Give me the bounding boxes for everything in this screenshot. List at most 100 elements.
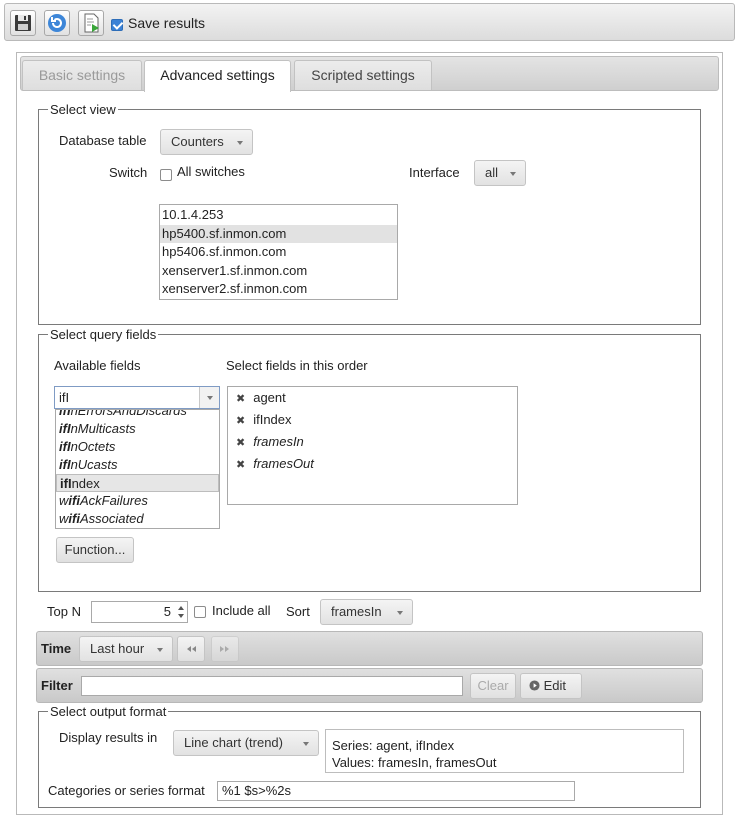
selected-field-item: ✖ framesIn bbox=[228, 434, 517, 456]
top-n-label: Top N bbox=[47, 604, 81, 619]
switch-list-item[interactable]: xenserver1.sf.inmon.com bbox=[160, 262, 397, 281]
available-field-match: ifi bbox=[68, 511, 80, 526]
database-table-dropdown[interactable]: Counters bbox=[160, 129, 253, 155]
tab-advanced-settings[interactable]: Advanced settings bbox=[144, 60, 291, 92]
filter-input[interactable] bbox=[81, 676, 463, 696]
selected-field-name: framesIn bbox=[253, 434, 304, 449]
stepper-arrows-icon bbox=[178, 606, 184, 618]
filter-label: Filter bbox=[41, 678, 73, 693]
refresh-icon bbox=[48, 14, 66, 32]
series-format-value: %1 $s>%2s bbox=[222, 783, 292, 798]
switch-label: Switch bbox=[109, 165, 148, 180]
time-label: Time bbox=[41, 641, 72, 656]
selected-fields-list[interactable]: ✖ agent ✖ ifIndex ✖ framesIn ✖ framesOut bbox=[227, 386, 518, 505]
database-table-value: Counters bbox=[171, 134, 224, 149]
chevron-down-icon bbox=[303, 742, 309, 746]
available-field-prefix: w bbox=[59, 511, 69, 526]
display-results-dropdown[interactable]: Line chart (trend) bbox=[173, 730, 319, 756]
sort-value: framesIn bbox=[331, 604, 382, 619]
available-field-item[interactable]: ifInUcasts bbox=[56, 456, 219, 474]
series-format-label: Categories or series format bbox=[48, 783, 205, 798]
available-field-suffix: nErrorsAndDiscards bbox=[70, 409, 187, 418]
available-field-match: ifI bbox=[60, 476, 72, 491]
available-field-match: ifi bbox=[68, 493, 80, 508]
selected-field-name: agent bbox=[253, 390, 286, 405]
chevron-down-icon bbox=[237, 141, 243, 145]
time-back-button[interactable] bbox=[177, 636, 205, 662]
switch-list-item[interactable]: 10.1.4.253 bbox=[160, 206, 397, 225]
available-field-item[interactable]: wifiAssociated bbox=[56, 510, 219, 528]
time-dropdown[interactable]: Last hour bbox=[79, 636, 173, 662]
function-button[interactable]: Function... bbox=[56, 537, 134, 563]
remove-icon[interactable]: ✖ bbox=[236, 393, 245, 405]
field-dropdown-toggle[interactable] bbox=[199, 387, 219, 408]
top-n-input[interactable]: 5 bbox=[91, 601, 188, 623]
selected-field-item: ✖ agent bbox=[228, 390, 517, 412]
include-all-checkbox[interactable] bbox=[194, 606, 206, 618]
database-table-label: Database table bbox=[59, 133, 147, 148]
fast-forward-icon bbox=[220, 646, 229, 652]
available-field-suffix: nMulticasts bbox=[70, 421, 136, 436]
refresh-button[interactable] bbox=[44, 10, 70, 36]
available-field-prefix: w bbox=[59, 493, 69, 508]
available-fields-list[interactable]: ifInErrorsAndDiscards ifInMulticasts ifInO… bbox=[55, 409, 220, 529]
available-fields-label: Available fields bbox=[54, 358, 141, 373]
top-n-value: 5 bbox=[163, 604, 171, 619]
field-filter-input[interactable]: ifI bbox=[54, 386, 220, 409]
selected-field-item: ✖ ifIndex bbox=[228, 412, 517, 434]
series-format-input[interactable]: %1 $s>%2s bbox=[217, 781, 575, 801]
filter-edit-button[interactable]: Edit bbox=[520, 673, 582, 699]
filter-edit-label: Edit bbox=[543, 678, 567, 693]
filter-clear-button[interactable]: Clear bbox=[470, 673, 516, 699]
top-toolbar: Save results bbox=[4, 3, 735, 41]
available-field-item[interactable]: ifIndex bbox=[56, 474, 219, 492]
switch-listbox[interactable]: 10.1.4.253 hp5400.sf.inmon.com hp5406.sf… bbox=[159, 204, 398, 300]
query-fields-legend: Select query fields bbox=[50, 327, 157, 342]
available-field-match: ifI bbox=[59, 457, 71, 472]
display-results-value: Line chart (trend) bbox=[184, 735, 283, 750]
available-field-match: ifI bbox=[59, 409, 71, 418]
remove-icon[interactable]: ✖ bbox=[236, 459, 245, 471]
available-field-match: ifI bbox=[59, 439, 71, 454]
select-view-legend: Select view bbox=[50, 102, 116, 117]
available-field-item[interactable]: ifInOctets bbox=[56, 438, 219, 456]
available-field-item[interactable]: ifInMulticasts bbox=[56, 420, 219, 438]
save-button[interactable] bbox=[10, 10, 36, 36]
output-summary-box: Series: agent, ifIndex Values: framesIn,… bbox=[325, 729, 684, 773]
top-n-stepper[interactable] bbox=[175, 602, 187, 622]
chevron-down-icon bbox=[510, 172, 516, 176]
save-results-checkbox[interactable] bbox=[111, 19, 123, 31]
floppy-disk-icon bbox=[15, 15, 31, 31]
remove-icon[interactable]: ✖ bbox=[236, 415, 245, 427]
all-switches-checkbox[interactable] bbox=[160, 169, 172, 181]
switch-list-item[interactable]: hp5400.sf.inmon.com bbox=[160, 224, 397, 243]
sort-dropdown[interactable]: framesIn bbox=[320, 599, 413, 625]
available-field-suffix: nOctets bbox=[70, 439, 116, 454]
available-field-suffix: AckFailures bbox=[79, 493, 148, 508]
field-filter-value: ifI bbox=[59, 390, 70, 405]
interface-dropdown[interactable]: all bbox=[474, 160, 526, 186]
run-document-icon bbox=[84, 13, 99, 33]
field-order-label: Select fields in this order bbox=[226, 358, 368, 373]
display-results-label: Display results in bbox=[59, 730, 158, 745]
tab-basic-settings[interactable]: Basic settings bbox=[22, 60, 142, 90]
values-summary: Values: framesIn, framesOut bbox=[332, 755, 497, 770]
switch-list-item[interactable]: xenserver2.sf.inmon.com bbox=[160, 280, 397, 299]
switch-list-item[interactable]: hp5406.sf.inmon.com bbox=[160, 243, 397, 262]
run-query-button[interactable] bbox=[78, 10, 104, 36]
output-format-legend: Select output format bbox=[50, 704, 167, 719]
chevron-down-icon bbox=[207, 396, 213, 400]
remove-icon[interactable]: ✖ bbox=[236, 437, 245, 449]
tab-scripted-settings[interactable]: Scripted settings bbox=[294, 60, 432, 90]
available-field-suffix: Associated bbox=[79, 511, 144, 526]
chevron-down-icon bbox=[157, 648, 163, 652]
time-forward-button[interactable] bbox=[211, 636, 239, 662]
rewind-icon bbox=[187, 646, 196, 652]
available-field-item[interactable]: ifInErrorsAndDiscards bbox=[56, 409, 219, 420]
all-switches-label: All switches bbox=[177, 164, 245, 179]
interface-label: Interface bbox=[409, 165, 460, 180]
available-field-suffix: ndex bbox=[71, 476, 100, 491]
chevron-down-icon bbox=[397, 611, 403, 615]
available-field-item[interactable]: wifiAckFailures bbox=[56, 492, 219, 510]
available-field-match: ifI bbox=[59, 421, 71, 436]
